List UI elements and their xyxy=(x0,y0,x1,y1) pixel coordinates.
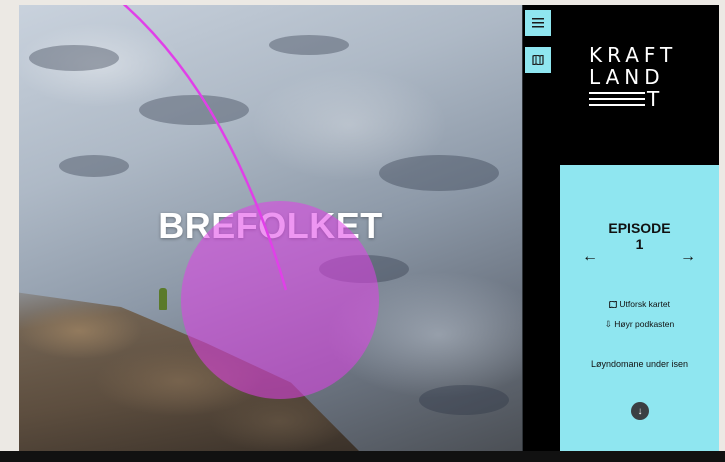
map-icon xyxy=(532,55,544,65)
explore-map-link[interactable]: Utforsk kartet xyxy=(560,299,719,309)
map-button[interactable] xyxy=(525,47,551,73)
ice-crevasse xyxy=(379,155,499,191)
annotation-curve xyxy=(122,5,288,291)
logo-line-2: LAND xyxy=(589,65,665,89)
prev-episode-button[interactable]: ← xyxy=(582,248,598,266)
rock-foreground xyxy=(19,292,359,451)
ice-crevasse xyxy=(139,95,249,125)
explore-map-label: Utforsk kartet xyxy=(619,299,670,309)
kraftland-logo[interactable]: KRAFT LAND T xyxy=(589,44,677,110)
ice-crevasse xyxy=(29,45,119,71)
hero-image: BREFOLKET xyxy=(19,5,522,451)
logo-line-1: KRAFT xyxy=(589,43,678,67)
download-arrow-icon: ⇩ xyxy=(604,319,612,329)
logo-bar xyxy=(589,98,645,100)
ice-crevasse xyxy=(319,255,409,283)
next-episode-button[interactable]: → xyxy=(680,248,696,266)
listen-podcast-link[interactable]: ⇩ Høyr podkasten xyxy=(560,319,719,330)
logo-letter: T xyxy=(647,87,665,111)
logo-panel[interactable]: KRAFT LAND T xyxy=(555,5,719,165)
ice-crevasse xyxy=(59,155,129,177)
app-frame: BREFOLKET KRAFT LAND T EPISODE 1 ← → Utf… xyxy=(19,5,719,451)
ice-crevasse xyxy=(419,385,509,415)
menu-button[interactable] xyxy=(525,10,551,36)
episode-title: Løyndomane under isen xyxy=(590,359,689,369)
logo-line-3: T xyxy=(589,88,677,110)
logo-bar xyxy=(589,104,645,106)
bottom-strip xyxy=(0,451,725,462)
page-title: BREFOLKET xyxy=(158,205,383,246)
episode-panel: EPISODE 1 ← → Utforsk kartet ⇩ Høyr podk… xyxy=(560,165,719,451)
side-rail xyxy=(523,5,555,451)
listen-podcast-label: Høyr podkasten xyxy=(614,319,675,329)
map-icon xyxy=(609,300,617,309)
episode-label: EPISODE xyxy=(608,220,671,236)
logo-bar xyxy=(589,92,645,94)
climber-figure xyxy=(159,288,167,310)
hamburger-menu-icon xyxy=(532,18,544,28)
scroll-down-button[interactable]: ↓ xyxy=(631,402,649,420)
ice-crevasse xyxy=(269,35,349,55)
